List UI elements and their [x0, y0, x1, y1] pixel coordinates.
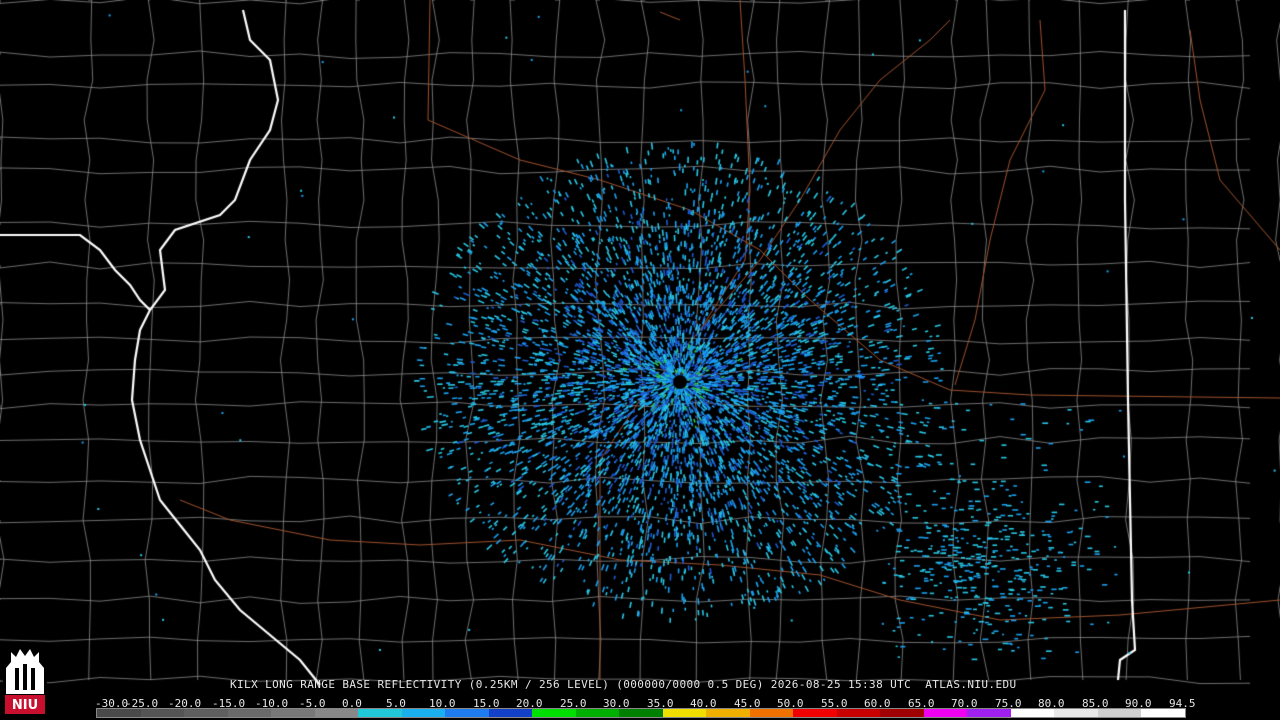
colorbar-segment	[97, 709, 141, 717]
colorbar-segment	[488, 709, 533, 717]
colorbar-segment	[1141, 709, 1185, 717]
colorbar-segment	[1097, 709, 1142, 717]
colorbar-segment	[445, 709, 489, 717]
colorbar-segment	[314, 709, 359, 717]
colorbar-segment	[880, 709, 924, 717]
colorbar-segment	[793, 709, 837, 717]
colorbar-segment	[662, 709, 707, 717]
radar-map	[0, 0, 1280, 720]
colorbar-segment	[401, 709, 446, 717]
colorbar-segment	[706, 709, 750, 717]
colorbar-segment	[836, 709, 881, 717]
niu-logo: NIU	[3, 646, 47, 716]
colorbar-segment	[140, 709, 185, 717]
colorbar-segment	[619, 709, 663, 717]
colorbar-segment	[358, 709, 402, 717]
colorbar-segment	[532, 709, 576, 717]
colorbar-segment	[967, 709, 1011, 717]
colorbar-segment	[749, 709, 794, 717]
logo-text: NIU	[12, 698, 38, 713]
colorbar-segment	[575, 709, 620, 717]
colorbar-segment	[923, 709, 968, 717]
colorbar-segment	[1010, 709, 1055, 717]
reflectivity-colorbar	[96, 708, 1186, 718]
colorbar-segment	[271, 709, 315, 717]
colorbar-segment	[227, 709, 272, 717]
colorbar-segment	[184, 709, 228, 717]
product-caption: KILX LONG RANGE BASE REFLECTIVITY (0.25K…	[230, 678, 1017, 691]
colorbar-segment	[1054, 709, 1098, 717]
